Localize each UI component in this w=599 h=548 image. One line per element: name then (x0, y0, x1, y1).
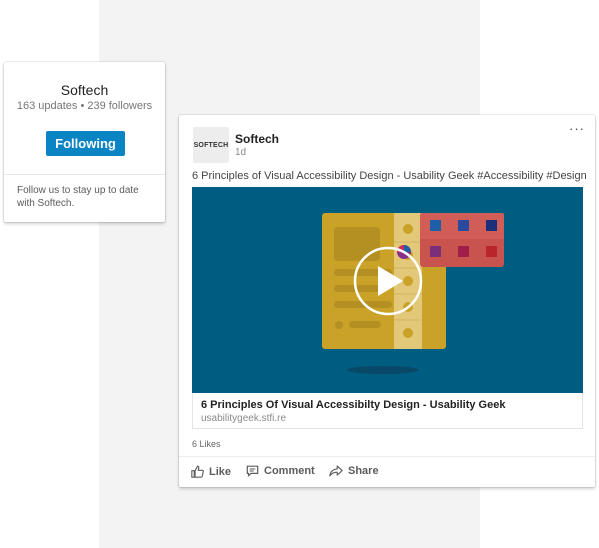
accessibility-illustration (322, 213, 504, 374)
share-label: Share (348, 465, 379, 477)
link-domain: usabilitygeek.stfi.re (201, 413, 287, 424)
comment-icon (246, 465, 259, 477)
share-button[interactable]: Share (329, 465, 379, 477)
action-bar: Like Comment Share (179, 456, 595, 487)
divider (4, 174, 165, 175)
post-author[interactable]: Softech (235, 132, 279, 146)
company-name[interactable]: Softech (4, 82, 165, 98)
more-options-icon[interactable]: ··· (569, 121, 585, 136)
company-card: Softech 163 updates • 239 followers Foll… (4, 62, 165, 222)
company-description: Follow us to stay up to date with Softec… (17, 185, 139, 209)
post-timestamp: 1d (235, 147, 247, 158)
logo-text: SOFTECH (193, 141, 229, 149)
company-stats: 163 updates • 239 followers (16, 100, 153, 112)
page: Softech 163 updates • 239 followers Foll… (0, 0, 599, 548)
like-label: Like (209, 465, 232, 478)
thumbs-up-icon (191, 465, 204, 478)
likes-count[interactable]: 6 Likes (192, 439, 221, 449)
following-button[interactable]: Following (46, 131, 125, 156)
link-preview[interactable]: 6 Principles Of Visual Accessibilty Desi… (192, 393, 583, 429)
comment-button[interactable]: Comment (246, 465, 315, 477)
comment-label: Comment (264, 465, 315, 477)
share-icon (329, 465, 343, 477)
post-card: SOFTECH Softech 1d ··· 6 Principles of V… (179, 115, 595, 487)
video-thumbnail[interactable] (192, 187, 583, 393)
company-logo[interactable]: SOFTECH (193, 127, 229, 163)
post-text: 6 Principles of Visual Accessibility Des… (192, 170, 587, 182)
link-title[interactable]: 6 Principles Of Visual Accessibilty Desi… (201, 399, 505, 411)
like-button[interactable]: Like (191, 465, 231, 478)
